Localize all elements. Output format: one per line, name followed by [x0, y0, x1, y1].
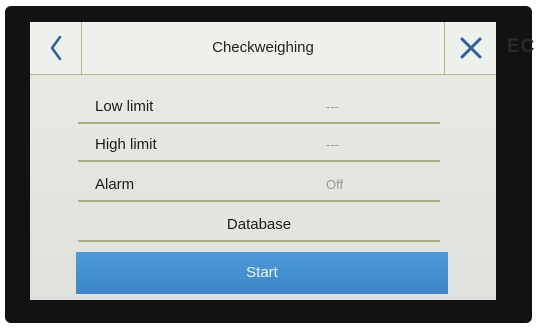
setting-value: --- — [326, 99, 339, 114]
close-x-icon — [460, 37, 481, 59]
header-bar: Checkweighing — [30, 22, 496, 75]
back-button[interactable] — [30, 22, 82, 74]
touch-screen: Checkweighing Low limit --- High limit -… — [30, 22, 496, 300]
setting-value: Off — [326, 177, 344, 192]
setting-label: Alarm — [95, 176, 135, 193]
chevron-left-icon — [50, 35, 61, 61]
brand-logo-fragment: EC — [507, 36, 536, 57]
setting-label: High limit — [95, 136, 157, 153]
start-button[interactable]: Start — [76, 252, 448, 294]
database-label: Database — [226, 216, 292, 233]
device-photo: EC Checkweighing Low limit --- High limi… — [0, 0, 538, 329]
page-title: Checkweighing — [212, 39, 314, 56]
close-button[interactable] — [444, 22, 496, 74]
setting-value: --- — [326, 137, 339, 152]
database-row[interactable]: Database — [78, 204, 440, 242]
setting-row-alarm[interactable]: Alarm Off — [78, 164, 440, 202]
setting-label: Low limit — [95, 98, 154, 115]
setting-row-low-limit[interactable]: Low limit --- — [78, 86, 440, 124]
setting-row-high-limit[interactable]: High limit --- — [78, 124, 440, 162]
